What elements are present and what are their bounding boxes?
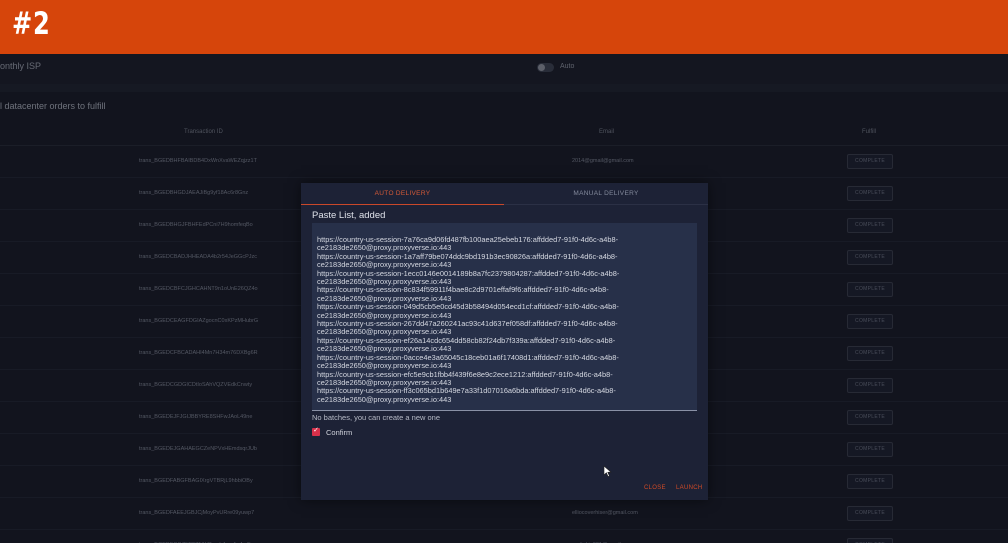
mouse-pointer-icon: [603, 465, 612, 477]
launch-button[interactable]: LAUNCH: [676, 485, 702, 491]
delivery-modal: AUTO DELIVERY MANUAL DELIVERY Paste List…: [301, 183, 708, 500]
proxy-line: ce2183de2650@proxy.proxyverse.io:443: [317, 394, 452, 404]
step-label: #2: [12, 6, 51, 42]
close-button[interactable]: CLOSE: [644, 485, 666, 491]
top-banner: #2: [0, 0, 1008, 54]
no-batches-message: No batches, you can create a new one: [312, 413, 440, 422]
tab-auto-delivery[interactable]: AUTO DELIVERY: [301, 183, 504, 205]
modal-title: Paste List, added: [312, 210, 386, 221]
checkmark-icon: ✓: [313, 427, 319, 434]
proxy-list-textarea[interactable]: https://country-us-session-7a76ca9d06fd4…: [312, 223, 697, 411]
tab-manual-delivery[interactable]: MANUAL DELIVERY: [504, 183, 708, 205]
confirm-label: Confirm: [326, 428, 353, 437]
confirm-checkbox[interactable]: ✓: [312, 427, 320, 436]
